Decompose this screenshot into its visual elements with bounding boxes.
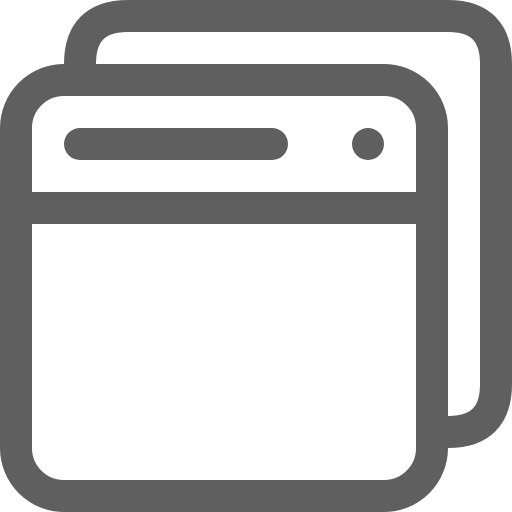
window-control-dot	[352, 128, 384, 160]
icon-canvas	[0, 0, 512, 512]
multiple-windows-icon	[0, 0, 512, 512]
